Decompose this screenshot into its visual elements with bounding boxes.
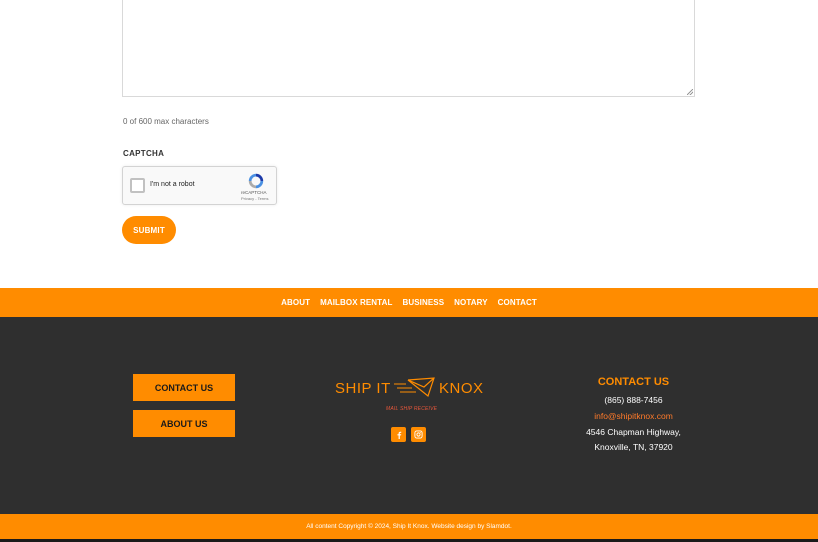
contact-email-link[interactable]: info@shipitknox.com <box>573 411 694 421</box>
nav-business[interactable]: BUSINESS <box>402 298 444 307</box>
instagram-icon <box>414 430 423 439</box>
about-us-button[interactable]: ABOUT US <box>133 410 235 437</box>
contact-phone[interactable]: (865) 888-7456 <box>573 395 694 405</box>
instagram-link[interactable] <box>411 427 426 442</box>
recaptcha-widget: I'm not a robot reCAPTCHA Privacy - Term… <box>122 166 277 205</box>
recaptcha-logo-icon <box>248 173 264 189</box>
captcha-label: CAPTCHA <box>123 149 165 158</box>
contact-heading: CONTACT US <box>597 376 670 388</box>
recaptcha-label: I'm not a robot <box>150 181 195 188</box>
contact-us-button[interactable]: CONTACT US <box>133 374 235 401</box>
logo-tagline: MAIL SHIP RECEIVE <box>386 406 438 412</box>
facebook-icon <box>396 431 401 439</box>
nav-notary[interactable]: NOTARY <box>454 298 488 307</box>
recaptcha-brand: reCAPTCHA <box>241 190 267 195</box>
message-textarea[interactable] <box>122 0 695 97</box>
contact-address-line1: 4546 Chapman Highway, <box>586 427 681 437</box>
nav-contact[interactable]: CONTACT <box>498 298 537 307</box>
recaptcha-terms-link[interactable]: Privacy - Terms <box>241 196 268 201</box>
contact-address-line2: Knoxville, TN, 37920 <box>594 442 673 452</box>
submit-button[interactable]: SUBMIT <box>122 216 176 244</box>
resize-handle[interactable] <box>687 89 693 95</box>
char-count: 0 of 600 max characters <box>123 117 209 126</box>
footer-nav: ABOUT MAILBOX RENTAL BUSINESS NOTARY CON… <box>0 288 818 317</box>
nav-mailbox-rental[interactable]: MAILBOX RENTAL <box>320 298 392 307</box>
facebook-link[interactable] <box>391 427 406 442</box>
logo-text-left: SHIP IT <box>335 380 391 397</box>
recaptcha-checkbox[interactable] <box>130 178 145 193</box>
site-footer: CONTACT US ABOUT US SHIP IT KNOX MAIL SH… <box>0 317 818 514</box>
logo-text-right: KNOX <box>439 380 484 397</box>
copyright-bar: All content Copyright © 2024, Ship It Kn… <box>0 514 818 539</box>
paper-plane-envelope-icon <box>394 377 435 398</box>
nav-about[interactable]: ABOUT <box>281 298 310 307</box>
copyright-text: All content Copyright © 2024, Ship It Kn… <box>306 523 512 530</box>
